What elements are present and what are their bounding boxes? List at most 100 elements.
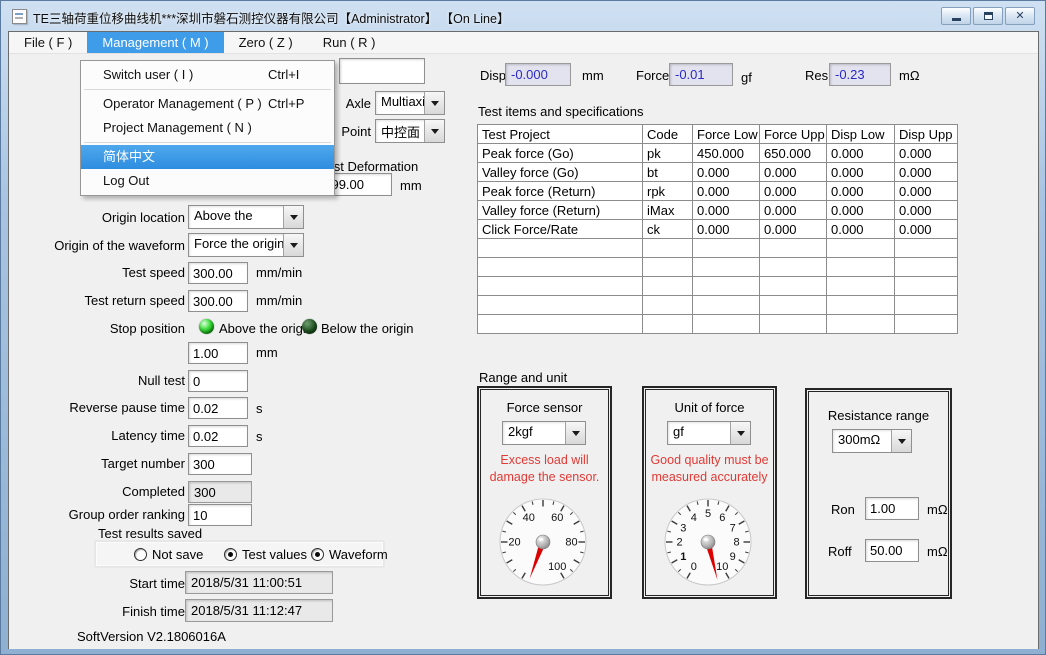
- axle-select[interactable]: Multiaxi: [375, 91, 445, 115]
- spec-table-row[interactable]: [477, 238, 958, 258]
- spec-table-row[interactable]: [477, 257, 958, 277]
- spec-table-cell[interactable]: [826, 257, 895, 277]
- spec-table-cell[interactable]: [759, 314, 827, 334]
- origin-location-dropdown-button[interactable]: [283, 206, 303, 228]
- stop-below-led[interactable]: [302, 319, 317, 334]
- spec-table-cell[interactable]: [477, 295, 643, 315]
- spec-table-cell[interactable]: [894, 238, 958, 258]
- menu-item-simplified-chinese[interactable]: 简体中文: [81, 145, 334, 169]
- spec-table-cell[interactable]: [642, 276, 693, 296]
- spec-table-cell[interactable]: 0.000: [894, 143, 958, 163]
- spec-table-cell[interactable]: [894, 257, 958, 277]
- origin-waveform-select[interactable]: Force the origin: [188, 233, 304, 257]
- not-save-radio[interactable]: [134, 548, 147, 561]
- spec-table-cell[interactable]: 650.000: [759, 143, 827, 163]
- spec-table-cell[interactable]: [826, 238, 895, 258]
- spec-table-cell[interactable]: [477, 314, 643, 334]
- spec-table-cell[interactable]: [759, 238, 827, 258]
- menu-run[interactable]: Run ( R ): [308, 32, 391, 53]
- stop-above-led[interactable]: [199, 319, 214, 334]
- spec-table-cell[interactable]: 0.000: [894, 181, 958, 201]
- spec-table-cell[interactable]: [692, 314, 760, 334]
- spec-table-cell[interactable]: 0.000: [759, 200, 827, 220]
- point-dropdown-button[interactable]: [424, 120, 444, 142]
- force-sensor-dropdown-button[interactable]: [565, 422, 585, 444]
- spec-table-cell[interactable]: [894, 314, 958, 334]
- spec-table-cell[interactable]: Valley force (Go): [477, 162, 643, 182]
- spec-table-cell[interactable]: 450.000: [692, 143, 760, 163]
- spec-table-row[interactable]: [477, 314, 958, 334]
- spec-table-cell[interactable]: 0.000: [759, 181, 827, 201]
- spec-table-cell[interactable]: ck: [642, 219, 693, 239]
- point-select[interactable]: 中控面: [375, 119, 445, 143]
- spec-table-cell[interactable]: [642, 314, 693, 334]
- spec-table-cell[interactable]: [826, 276, 895, 296]
- menu-item-switch-user[interactable]: Switch user ( I ) Ctrl+I: [81, 63, 334, 87]
- spec-table-row[interactable]: Valley force (Go) bt 0.000 0.000 0.000 0.000: [477, 162, 958, 182]
- spec-table-row[interactable]: Peak force (Go) pk 450.000 650.000 0.000 0.00…: [477, 143, 958, 163]
- spec-table-cell[interactable]: 0.000: [826, 162, 895, 182]
- spec-table-cell[interactable]: 0.000: [692, 200, 760, 220]
- reverse-pause-input[interactable]: [188, 397, 248, 419]
- group-order-input[interactable]: [188, 504, 252, 526]
- spec-table-cell[interactable]: iMax: [642, 200, 693, 220]
- menu-item-log-out[interactable]: Log Out: [81, 169, 334, 193]
- spec-table-cell[interactable]: [759, 257, 827, 277]
- test-values-radio[interactable]: [224, 548, 237, 561]
- menu-item-operator-management[interactable]: Operator Management ( P ) Ctrl+P: [81, 92, 334, 116]
- ron-input[interactable]: [865, 497, 919, 520]
- force-sensor-select[interactable]: 2kgf: [502, 421, 586, 445]
- spec-table-cell[interactable]: 0.000: [894, 200, 958, 220]
- spec-table-cell[interactable]: 0.000: [894, 219, 958, 239]
- spec-table-cell[interactable]: [692, 295, 760, 315]
- threshold-input[interactable]: [188, 342, 248, 364]
- maximize-button[interactable]: [973, 7, 1003, 25]
- test-speed-input[interactable]: [188, 262, 248, 284]
- project-name-input[interactable]: [339, 58, 425, 84]
- spec-table-cell[interactable]: 0.000: [894, 162, 958, 182]
- spec-table-cell[interactable]: Click Force/Rate: [477, 219, 643, 239]
- axle-dropdown-button[interactable]: [424, 92, 444, 114]
- spec-table-row[interactable]: [477, 276, 958, 296]
- spec-table-cell[interactable]: Peak force (Return): [477, 181, 643, 201]
- resistance-select[interactable]: 300mΩ: [832, 429, 912, 453]
- test-return-speed-input[interactable]: [188, 290, 248, 312]
- unit-of-force-dropdown-button[interactable]: [730, 422, 750, 444]
- spec-table-cell[interactable]: 0.000: [826, 143, 895, 163]
- null-test-input[interactable]: [188, 370, 248, 392]
- origin-location-select[interactable]: Above the: [188, 205, 304, 229]
- spec-table-cell[interactable]: [642, 257, 693, 277]
- menu-management[interactable]: Management ( M ): [87, 32, 224, 53]
- minimize-button[interactable]: [941, 7, 971, 25]
- spec-table-row[interactable]: Peak force (Return) rpk 0.000 0.000 0.000 0.0…: [477, 181, 958, 201]
- spec-table-cell[interactable]: Peak force (Go): [477, 143, 643, 163]
- spec-table-row[interactable]: [477, 295, 958, 315]
- close-button[interactable]: ✕: [1005, 7, 1035, 25]
- spec-table-row[interactable]: Valley force (Return) iMax 0.000 0.000 0.000…: [477, 200, 958, 220]
- waveform-radio[interactable]: [311, 548, 324, 561]
- spec-table-cell[interactable]: [692, 257, 760, 277]
- spec-table-cell[interactable]: [477, 276, 643, 296]
- menu-zero[interactable]: Zero ( Z ): [224, 32, 308, 53]
- spec-table-cell[interactable]: [894, 295, 958, 315]
- spec-table-cell[interactable]: pk: [642, 143, 693, 163]
- menu-file[interactable]: File ( F ): [9, 32, 87, 53]
- spec-table-cell[interactable]: 0.000: [826, 219, 895, 239]
- spec-table-cell[interactable]: 0.000: [692, 181, 760, 201]
- spec-table-cell[interactable]: [692, 238, 760, 258]
- spec-table-cell[interactable]: 0.000: [692, 219, 760, 239]
- spec-table-cell[interactable]: 0.000: [759, 219, 827, 239]
- spec-table-cell[interactable]: [894, 276, 958, 296]
- spec-table-row[interactable]: Click Force/Rate ck 0.000 0.000 0.000 0.000: [477, 219, 958, 239]
- spec-table-cell[interactable]: [759, 276, 827, 296]
- spec-table-cell[interactable]: Valley force (Return): [477, 200, 643, 220]
- roff-input[interactable]: [865, 539, 919, 562]
- target-number-input[interactable]: [188, 453, 252, 475]
- spec-table-cell[interactable]: [826, 314, 895, 334]
- spec-table-cell[interactable]: [759, 295, 827, 315]
- latency-input[interactable]: [188, 425, 248, 447]
- spec-table-cell[interactable]: [692, 276, 760, 296]
- spec-table-cell[interactable]: [642, 295, 693, 315]
- spec-table[interactable]: Test Project Code Force Low Force Upp Disp L…: [477, 124, 958, 334]
- spec-table-cell[interactable]: 0.000: [692, 162, 760, 182]
